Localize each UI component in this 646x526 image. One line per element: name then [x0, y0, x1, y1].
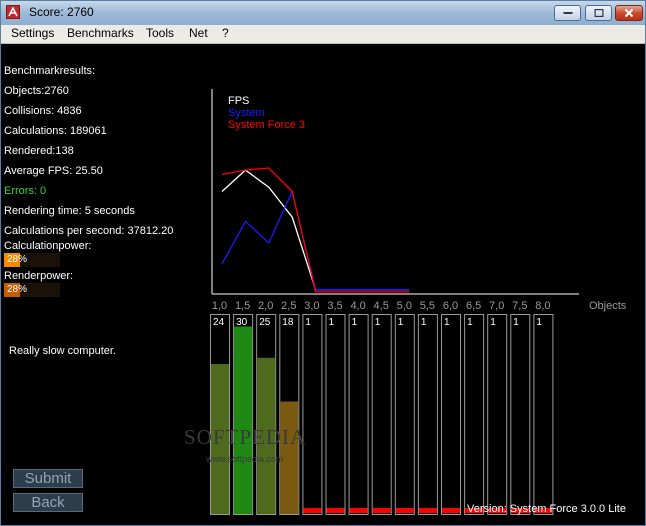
bar-value-label: 1 — [352, 317, 358, 328]
bar — [303, 508, 322, 513]
bar-value-label: 1 — [444, 317, 450, 328]
bar-slot — [325, 314, 346, 515]
bar — [326, 508, 345, 513]
bar-value-label: 1 — [467, 317, 473, 328]
bar — [395, 508, 414, 513]
version-label: Version: System Force 3.0.0 Lite — [467, 503, 626, 515]
bar-slot — [394, 314, 415, 515]
legend-system: System — [228, 107, 265, 119]
x-tick-label: 4,5 — [374, 300, 389, 312]
bar-value-label: 1 — [305, 317, 311, 328]
back-button[interactable]: Back — [13, 493, 83, 512]
x-tick-label: 4,0 — [350, 300, 365, 312]
bar-value-label: 1 — [329, 317, 335, 328]
x-tick-label: 6,5 — [466, 300, 481, 312]
bar-slot — [371, 314, 392, 515]
x-tick-label: 2,5 — [281, 300, 296, 312]
bar — [349, 508, 368, 513]
app-window: Score: 2760 Settings Benchmarks Tools Ne… — [0, 0, 646, 526]
x-tick-label: 7,0 — [489, 300, 504, 312]
system-series-line — [221, 189, 410, 291]
bar-value-label: 1 — [375, 317, 381, 328]
bar — [234, 326, 253, 514]
fps-series-line — [221, 169, 410, 291]
watermark-url: www.softpedia.com — [206, 454, 284, 464]
bar-slot — [533, 314, 554, 515]
legend-system-force: System Force 3 — [228, 119, 305, 131]
status-message: Really slow computer. — [9, 345, 116, 357]
bar-slot — [441, 314, 461, 515]
bar-value-label: 1 — [536, 317, 542, 328]
bar-value-label: 30 — [236, 317, 248, 328]
bar — [442, 508, 460, 513]
bar-value-label: 18 — [282, 317, 294, 328]
bar-value-label: 1 — [513, 317, 519, 328]
benchmark-charts: FPSSystemSystem Force 3 1,0 1,5 2,0 2,5 3,0 3,… — [210, 89, 627, 515]
bar — [418, 508, 437, 513]
x-tick-label: 3,0 — [304, 300, 319, 312]
bar — [372, 508, 391, 513]
bar-value-label: 24 — [213, 317, 225, 328]
bar-slot — [348, 314, 369, 515]
x-tick-label: 3,5 — [327, 300, 342, 312]
x-tick-label: 1,0 — [212, 300, 227, 312]
x-tick-label: 6,0 — [443, 300, 458, 312]
x-tick-label: 2,0 — [258, 300, 273, 312]
bar-value-label: 25 — [259, 317, 271, 328]
x-tick-label: 5,5 — [420, 300, 435, 312]
bar-value-label: 1 — [490, 317, 496, 328]
bar-slot — [487, 314, 508, 515]
bar-slot — [464, 314, 485, 515]
submit-button[interactable]: Submit — [13, 469, 83, 488]
x-tick-label: 5,0 — [397, 300, 412, 312]
x-tick-label: 8,0 — [535, 300, 550, 312]
bar-slot — [417, 314, 438, 515]
x-axis-title: Objects — [589, 300, 627, 312]
bar-value-label: 1 — [398, 317, 404, 328]
watermark-brand: SOFTPEDIA — [184, 425, 307, 449]
x-tick-label: 1,5 — [235, 300, 250, 312]
legend-fps: FPS — [228, 95, 249, 107]
bar-slot — [302, 314, 323, 515]
bar-slot — [510, 314, 531, 515]
system-force-series-line — [221, 167, 410, 293]
bar-value-label: 1 — [421, 317, 427, 328]
x-tick-label: 7,5 — [512, 300, 527, 312]
